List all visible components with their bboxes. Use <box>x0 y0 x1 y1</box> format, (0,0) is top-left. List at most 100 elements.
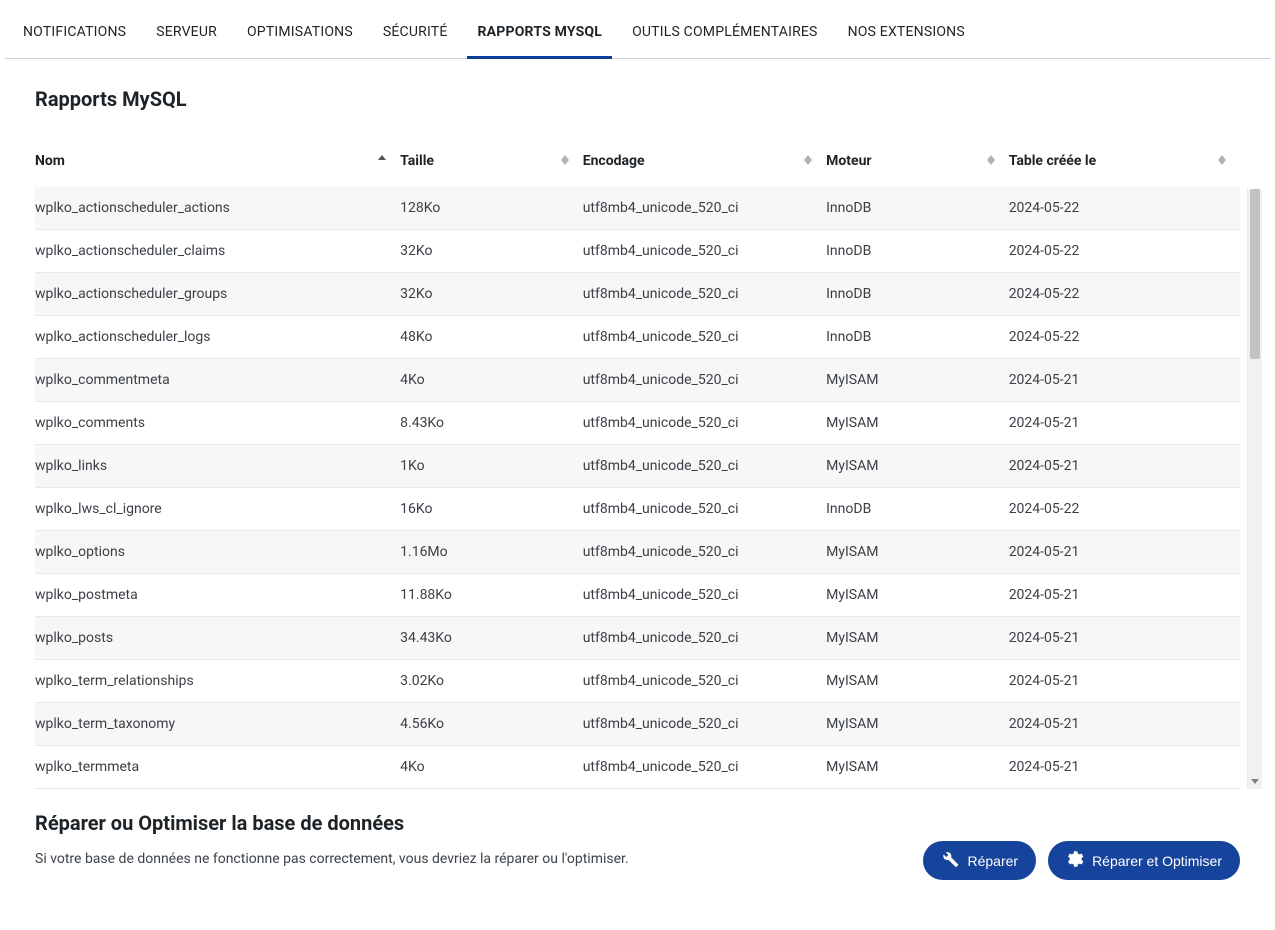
sort-icon <box>1218 155 1226 165</box>
cell-taille: 16Ko <box>400 488 583 531</box>
cell-taille: 1Ko <box>400 445 583 488</box>
cell-moteur: InnoDB <box>826 316 1009 359</box>
cell-date: 2024-05-22 <box>1009 316 1240 359</box>
col-header-nom-label: Nom <box>35 153 65 169</box>
cell-enc: utf8mb4_unicode_520_ci <box>583 445 826 488</box>
table-row: wplko_termmeta4Koutf8mb4_unicode_520_ciM… <box>35 746 1240 789</box>
cell-date: 2024-05-21 <box>1009 531 1240 574</box>
cell-nom: wplko_lws_cl_ignore <box>35 488 400 531</box>
sort-icon <box>561 155 569 165</box>
cell-moteur: MyISAM <box>826 445 1009 488</box>
cell-nom: wplko_actionscheduler_groups <box>35 273 400 316</box>
col-header-moteur[interactable]: Moteur <box>826 141 1009 187</box>
cell-enc: utf8mb4_unicode_520_ci <box>583 230 826 273</box>
scrollbar-thumb[interactable] <box>1250 189 1260 359</box>
tab-nos-extensions[interactable]: NOS EXTENSIONS <box>838 6 975 58</box>
cell-taille: 32Ko <box>400 230 583 273</box>
cell-moteur: MyISAM <box>826 574 1009 617</box>
wrench-icon <box>941 850 959 871</box>
cell-enc: utf8mb4_unicode_520_ci <box>583 531 826 574</box>
tab-notifications[interactable]: NOTIFICATIONS <box>13 6 136 58</box>
tab-outils-compl-mentaires[interactable]: OUTILS COMPLÉMENTAIRES <box>622 6 828 58</box>
tab-optimisations[interactable]: OPTIMISATIONS <box>237 6 363 58</box>
sort-asc-icon <box>378 155 386 160</box>
cell-nom: wplko_options <box>35 531 400 574</box>
cell-date: 2024-05-21 <box>1009 402 1240 445</box>
cell-date: 2024-05-21 <box>1009 703 1240 746</box>
cell-nom: wplko_comments <box>35 402 400 445</box>
sort-icon <box>987 155 995 165</box>
cell-date: 2024-05-21 <box>1009 660 1240 703</box>
table-row: wplko_links1Koutf8mb4_unicode_520_ciMyIS… <box>35 445 1240 488</box>
cell-taille: 11.88Ko <box>400 574 583 617</box>
col-header-moteur-label: Moteur <box>826 153 871 169</box>
tab-serveur[interactable]: SERVEUR <box>146 6 227 58</box>
table-scrollbar[interactable] <box>1247 189 1262 789</box>
cell-moteur: MyISAM <box>826 703 1009 746</box>
table-row: wplko_posts34.43Koutf8mb4_unicode_520_ci… <box>35 617 1240 660</box>
cell-taille: 48Ko <box>400 316 583 359</box>
cell-moteur: MyISAM <box>826 531 1009 574</box>
cell-nom: wplko_postmeta <box>35 574 400 617</box>
col-header-encodage-label: Encodage <box>583 153 645 169</box>
cell-nom: wplko_term_relationships <box>35 660 400 703</box>
table-row: wplko_actionscheduler_groups32Koutf8mb4_… <box>35 273 1240 316</box>
cell-enc: utf8mb4_unicode_520_ci <box>583 746 826 789</box>
scrollbar-down-icon[interactable] <box>1248 773 1262 789</box>
tab-rapports-mysql[interactable]: RAPPORTS MYSQL <box>467 6 612 58</box>
cell-nom: wplko_term_taxonomy <box>35 703 400 746</box>
cell-enc: utf8mb4_unicode_520_ci <box>583 488 826 531</box>
cell-nom: wplko_actionscheduler_actions <box>35 187 400 230</box>
cell-enc: utf8mb4_unicode_520_ci <box>583 402 826 445</box>
cell-nom: wplko_links <box>35 445 400 488</box>
cell-moteur: InnoDB <box>826 488 1009 531</box>
table-row: wplko_actionscheduler_logs48Koutf8mb4_un… <box>35 316 1240 359</box>
col-header-encodage[interactable]: Encodage <box>583 141 826 187</box>
repair-description: Si votre base de données ne fonctionne p… <box>35 851 883 867</box>
cell-date: 2024-05-22 <box>1009 230 1240 273</box>
repair-button-label: Réparer <box>967 853 1018 869</box>
cell-enc: utf8mb4_unicode_520_ci <box>583 273 826 316</box>
cell-date: 2024-05-22 <box>1009 187 1240 230</box>
gear-repair-icon <box>1066 850 1084 871</box>
table-wrapper: Nom Taille <box>35 141 1240 789</box>
cell-nom: wplko_commentmeta <box>35 359 400 402</box>
col-header-taille[interactable]: Taille <box>400 141 583 187</box>
repair-optimize-button[interactable]: Réparer et Optimiser <box>1048 841 1240 880</box>
col-header-nom[interactable]: Nom <box>35 141 400 187</box>
cell-moteur: InnoDB <box>826 230 1009 273</box>
cell-nom: wplko_posts <box>35 617 400 660</box>
sort-icon <box>804 155 812 165</box>
tab-s-curit-[interactable]: SÉCURITÉ <box>373 6 458 58</box>
col-header-date-label: Table créée le <box>1009 153 1096 169</box>
cell-taille: 4Ko <box>400 746 583 789</box>
col-header-date[interactable]: Table créée le <box>1009 141 1240 187</box>
repair-button[interactable]: Réparer <box>923 841 1036 880</box>
cell-moteur: MyISAM <box>826 402 1009 445</box>
cell-moteur: MyISAM <box>826 660 1009 703</box>
cell-date: 2024-05-21 <box>1009 617 1240 660</box>
cell-moteur: MyISAM <box>826 359 1009 402</box>
repair-optimize-button-label: Réparer et Optimiser <box>1092 853 1222 869</box>
cell-moteur: MyISAM <box>826 746 1009 789</box>
cell-moteur: MyISAM <box>826 617 1009 660</box>
table-row: wplko_commentmeta4Koutf8mb4_unicode_520_… <box>35 359 1240 402</box>
cell-date: 2024-05-22 <box>1009 273 1240 316</box>
repair-optimize-section: Réparer ou Optimiser la base de données … <box>5 799 1270 900</box>
table-row: wplko_postmeta11.88Koutf8mb4_unicode_520… <box>35 574 1240 617</box>
col-header-taille-label: Taille <box>400 153 434 169</box>
cell-taille: 1.16Mo <box>400 531 583 574</box>
page-title: Rapports MySQL <box>35 87 1240 111</box>
cell-enc: utf8mb4_unicode_520_ci <box>583 316 826 359</box>
cell-enc: utf8mb4_unicode_520_ci <box>583 660 826 703</box>
table-row: wplko_term_relationships3.02Koutf8mb4_un… <box>35 660 1240 703</box>
cell-taille: 3.02Ko <box>400 660 583 703</box>
cell-taille: 34.43Ko <box>400 617 583 660</box>
cell-date: 2024-05-22 <box>1009 488 1240 531</box>
cell-nom: wplko_actionscheduler_claims <box>35 230 400 273</box>
cell-date: 2024-05-21 <box>1009 359 1240 402</box>
cell-enc: utf8mb4_unicode_520_ci <box>583 617 826 660</box>
cell-date: 2024-05-21 <box>1009 445 1240 488</box>
cell-date: 2024-05-21 <box>1009 746 1240 789</box>
cell-taille: 8.43Ko <box>400 402 583 445</box>
